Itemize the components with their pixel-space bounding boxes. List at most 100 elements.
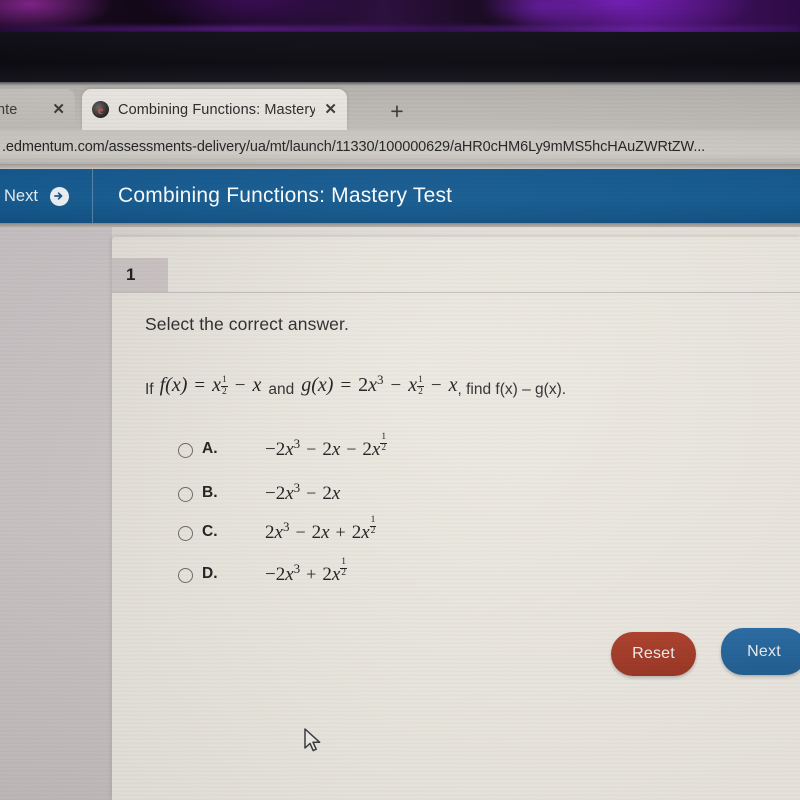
variable: x: [285, 483, 294, 504]
stem-f-base: x: [212, 374, 221, 396]
stem-f-term2: x: [252, 374, 262, 396]
header-divider: [92, 169, 93, 223]
exponent: 3: [293, 480, 301, 495]
coefficient: 2: [362, 439, 372, 460]
option-expression: −2x3−2x: [265, 480, 341, 505]
radio-button-icon[interactable]: [178, 568, 193, 583]
option-letter: D.: [202, 565, 218, 582]
arrow-right-icon: [49, 186, 69, 206]
url-text: .edmentum.com/assessments-delivery/ua/mt…: [2, 139, 706, 155]
variable: x: [285, 564, 294, 585]
question-header-rule: [112, 292, 800, 293]
coefficient: −2: [265, 483, 286, 504]
exp-numerator: 1: [222, 375, 227, 385]
variable: x: [361, 522, 370, 543]
answer-option-d[interactable]: D. −2x3 +2x 1 2: [178, 557, 347, 589]
option-expression: −2x3−2x −2x 1 2: [265, 432, 388, 463]
exp-denominator: 2: [222, 386, 227, 397]
close-icon[interactable]: ✕: [52, 102, 65, 117]
operator: −: [306, 439, 317, 459]
operator: +: [335, 522, 346, 542]
edmentum-favicon-icon: e: [92, 101, 109, 118]
option-expression: −2x3 +2x 1 2: [265, 557, 347, 588]
stem-g-term3: x: [448, 374, 458, 396]
question-number: 1: [126, 265, 136, 284]
stem-minus-1: −: [234, 375, 246, 396]
exp-numerator: 1: [418, 375, 423, 385]
close-icon[interactable]: ✕: [324, 102, 337, 117]
answer-option-c[interactable]: C. 2x3−2x +2x 1 2: [178, 515, 377, 547]
variable: x: [331, 483, 341, 504]
coefficient: 2: [265, 522, 275, 543]
stem-equals-1: =: [194, 375, 206, 396]
stem-minus-2: −: [390, 375, 402, 396]
question-stem: If f(x) = x 1 2 − x and g(x) = 2 x 3 − x…: [145, 372, 567, 406]
stem-g-base: x: [368, 374, 378, 396]
stem-minus-3: −: [430, 375, 442, 396]
coefficient: 2: [311, 522, 322, 543]
left-gutter: [0, 227, 112, 800]
exponent: 3: [282, 519, 290, 534]
address-bar[interactable]: .edmentum.com/assessments-delivery/ua/mt…: [0, 130, 800, 164]
exponent: 3: [293, 561, 301, 576]
exponent: 3: [293, 436, 301, 451]
coefficient: 2: [322, 439, 332, 460]
app-header: Next Combining Functions: Mastery Test: [0, 169, 800, 223]
stem-equals-2: =: [340, 375, 352, 396]
answer-option-a[interactable]: A. −2x3−2x −2x 1 2: [178, 432, 388, 464]
reset-button[interactable]: Reset: [611, 632, 696, 676]
stem-g-term2-base: x: [408, 374, 418, 396]
exponent-one-half: 12: [380, 431, 388, 454]
browser-tab-inactive[interactable]: t Cente ✕: [0, 89, 75, 130]
stem-if-word: If: [145, 381, 154, 398]
browser-tab-active[interactable]: e Combining Functions: Mastery Te ✕: [82, 89, 347, 130]
radio-button-icon[interactable]: [178, 526, 193, 541]
coefficient: −2: [265, 564, 286, 585]
exponent-one-half: 12: [340, 556, 347, 579]
option-letter: C.: [202, 523, 218, 540]
browser-tab-strip: t Cente ✕ e Combining Functions: Mastery…: [0, 86, 800, 130]
variable: x: [274, 522, 283, 543]
operator: −: [295, 522, 306, 542]
operator: −: [346, 439, 357, 459]
stem-find-text: , find f(x) – g(x).: [457, 381, 567, 398]
coefficient: 2: [351, 522, 362, 543]
stem-g-power: 3: [377, 372, 384, 387]
operator: −: [306, 483, 317, 503]
screenshot-root: t Cente ✕ e Combining Functions: Mastery…: [0, 0, 800, 800]
stem-and-word: and: [268, 381, 295, 398]
mouse-cursor: [303, 728, 323, 756]
page-title: Combining Functions: Mastery Test: [118, 184, 453, 207]
favicon-letter: e: [97, 102, 104, 117]
variable: x: [371, 439, 381, 460]
stem-g-coef: 2: [358, 374, 369, 396]
stem-f-name: f(x): [159, 374, 188, 396]
tab-title: t Cente: [0, 101, 18, 118]
stem-f-exponent-half: 1 2: [221, 375, 228, 397]
stem-g-exponent-half: 1 2: [417, 375, 424, 397]
radio-button-icon[interactable]: [178, 487, 193, 502]
option-expression: 2x3−2x +2x 1 2: [265, 515, 377, 546]
variable: x: [331, 439, 341, 460]
header-next-nav[interactable]: Next: [0, 186, 92, 206]
variable: x: [331, 564, 341, 585]
new-tab-button[interactable]: +: [383, 98, 411, 124]
instruction-text: Select the correct answer.: [145, 314, 349, 334]
exp-denominator: 2: [418, 386, 423, 397]
monitor-bezel: [0, 32, 800, 84]
answer-option-b[interactable]: B. −2x3−2x: [178, 480, 340, 506]
coefficient: 2: [322, 483, 332, 504]
exponent-one-half: 12: [369, 514, 377, 537]
option-letter: A.: [202, 440, 218, 457]
coefficient: 2: [322, 564, 332, 585]
question-number-badge: 1: [112, 258, 168, 292]
variable: x: [321, 522, 330, 543]
coefficient: −2: [265, 439, 286, 460]
next-button[interactable]: Next: [721, 628, 800, 675]
stem-g-name: g(x): [301, 374, 334, 396]
variable: x: [285, 439, 294, 460]
radio-button-icon[interactable]: [178, 443, 193, 458]
header-next-label: Next: [4, 186, 38, 205]
tab-title: Combining Functions: Mastery Te: [118, 101, 316, 118]
operator: +: [306, 564, 317, 584]
